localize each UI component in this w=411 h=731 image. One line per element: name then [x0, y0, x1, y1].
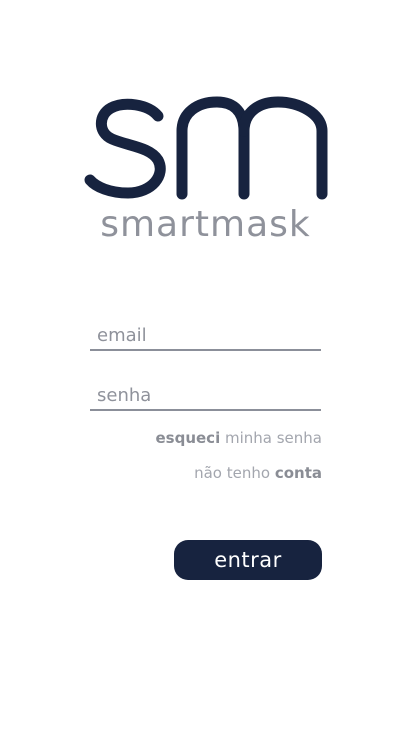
signup-rest: não tenho	[194, 464, 275, 482]
logo-mark	[84, 96, 328, 200]
forgot-password-bold: esqueci	[155, 429, 221, 447]
forgot-password-rest: minha senha	[220, 429, 322, 447]
password-field	[90, 379, 321, 411]
signup-link[interactable]: não tenho conta	[194, 464, 322, 482]
login-button[interactable]: entrar	[174, 540, 322, 580]
forgot-password-link[interactable]: esqueci minha senha	[155, 429, 322, 447]
brand-wordmark: smartmask	[100, 204, 311, 245]
email-input[interactable]	[97, 323, 321, 347]
signup-bold: conta	[274, 464, 322, 482]
email-field	[90, 319, 321, 351]
password-input[interactable]	[97, 383, 321, 407]
